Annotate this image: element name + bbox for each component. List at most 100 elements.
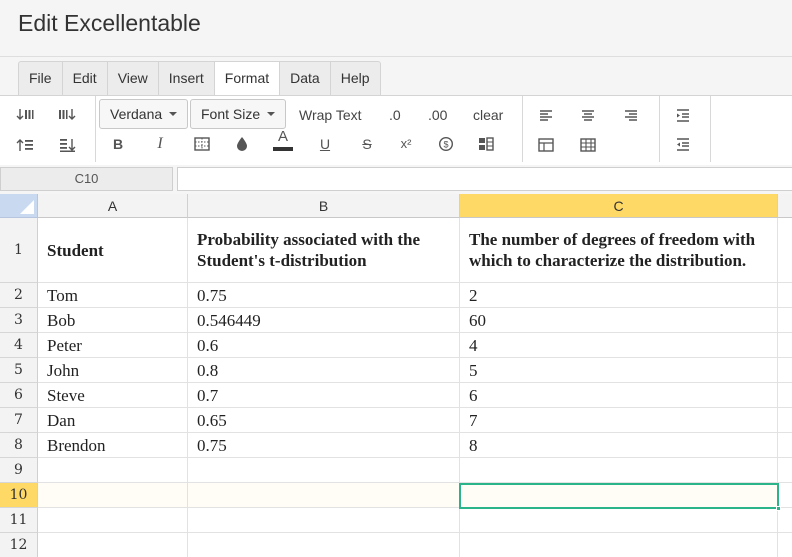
table-cell[interactable] (38, 533, 188, 557)
table-cell[interactable]: 0.8 (188, 358, 460, 383)
column-header-b[interactable]: B (188, 194, 460, 218)
table-cell[interactable] (188, 483, 460, 508)
table-cell[interactable] (460, 458, 778, 483)
column-header-a[interactable]: A (38, 194, 188, 218)
sort-ascending-icon[interactable] (14, 133, 36, 157)
align-left-icon[interactable] (536, 104, 556, 128)
row-header[interactable]: 10 (0, 483, 38, 508)
row-header[interactable]: 9 (0, 458, 38, 483)
menu-format[interactable]: Format (214, 62, 281, 96)
row-header[interactable]: 12 (0, 533, 38, 557)
table-cell[interactable] (188, 533, 460, 557)
menu-help[interactable]: Help (331, 62, 380, 95)
table-cell[interactable]: The number of degrees of freedom with wh… (460, 218, 778, 283)
table-cell[interactable] (38, 483, 188, 508)
strikethrough-button[interactable]: S (357, 132, 377, 156)
table-cell[interactable]: 4 (460, 333, 778, 358)
row-header[interactable]: 2 (0, 283, 38, 308)
cell-reference[interactable]: C10 (0, 167, 173, 191)
table-cell[interactable]: 0.546449 (188, 308, 460, 333)
font-size-dropdown[interactable]: Font Size (190, 99, 287, 129)
insert-row-above-icon[interactable] (14, 103, 36, 127)
clear-button[interactable]: clear (473, 104, 503, 126)
table-cell[interactable]: 0.75 (188, 433, 460, 458)
table-cell[interactable]: 0.7 (188, 383, 460, 408)
insert-table-icon[interactable] (536, 133, 556, 157)
table-cell[interactable] (38, 508, 188, 533)
table-cell[interactable]: 60 (460, 308, 778, 333)
row-header[interactable]: 11 (0, 508, 38, 533)
table-cell[interactable]: Brendon (38, 433, 188, 458)
table-cell[interactable]: Dan (38, 408, 188, 433)
merge-cells-icon[interactable] (476, 132, 496, 156)
table-cell[interactable] (778, 308, 792, 333)
superscript-button[interactable]: x² (396, 131, 416, 155)
table-cell[interactable] (778, 383, 792, 408)
wrap-text-button[interactable]: Wrap Text (299, 104, 362, 126)
align-center-icon[interactable] (578, 104, 598, 128)
menu-view[interactable]: View (108, 62, 159, 95)
indent-increase-icon[interactable] (673, 104, 693, 128)
column-header-d[interactable] (778, 194, 792, 218)
font-family-dropdown[interactable]: Verdana (99, 99, 189, 129)
table-cell[interactable]: 5 (460, 358, 778, 383)
table-cell[interactable]: Steve (38, 383, 188, 408)
row-header[interactable]: 1 (0, 218, 38, 283)
row-header[interactable]: 6 (0, 383, 38, 408)
borders-icon[interactable] (192, 132, 212, 156)
table-cell[interactable] (778, 533, 792, 557)
table-cell[interactable]: John (38, 358, 188, 383)
row-header[interactable]: 8 (0, 433, 38, 458)
underline-button[interactable]: U (315, 132, 335, 156)
column-header-c[interactable]: C (460, 194, 778, 218)
menu-file[interactable]: File (19, 62, 63, 95)
table-cell[interactable]: 6 (460, 383, 778, 408)
table-cell[interactable] (778, 333, 792, 358)
table-cell[interactable] (778, 458, 792, 483)
table-cell[interactable]: Bob (38, 308, 188, 333)
table-cell[interactable]: 2 (460, 283, 778, 308)
row-header[interactable]: 3 (0, 308, 38, 333)
sort-descending-icon[interactable] (56, 133, 78, 157)
align-right-icon[interactable] (621, 104, 641, 128)
table-cell[interactable]: Peter (38, 333, 188, 358)
table-cell[interactable]: 0.6 (188, 333, 460, 358)
menu-data[interactable]: Data (280, 62, 331, 95)
table-cell[interactable] (460, 533, 778, 557)
table-cell[interactable] (460, 483, 778, 508)
menu-edit[interactable]: Edit (63, 62, 108, 95)
italic-button[interactable]: I (150, 132, 170, 156)
insert-column-right-icon[interactable] (56, 103, 78, 127)
table-cell[interactable]: 7 (460, 408, 778, 433)
table-cell[interactable]: 0.65 (188, 408, 460, 433)
currency-icon[interactable]: $ (436, 132, 456, 156)
table-cell[interactable] (778, 483, 792, 508)
table-cell[interactable] (460, 508, 778, 533)
row-header[interactable]: 4 (0, 333, 38, 358)
formula-input[interactable] (177, 167, 792, 191)
table-cell[interactable] (778, 408, 792, 433)
table-cell[interactable] (778, 358, 792, 383)
fill-color-icon[interactable] (232, 132, 252, 156)
select-all-corner[interactable] (0, 194, 38, 218)
table-cell[interactable] (188, 458, 460, 483)
decimal-one-button[interactable]: .0 (389, 104, 401, 126)
table-grid-icon[interactable] (578, 133, 598, 157)
font-color-button[interactable]: A (273, 128, 293, 152)
row-header[interactable]: 5 (0, 358, 38, 383)
table-cell[interactable] (778, 218, 792, 283)
table-cell[interactable]: Probability associated with the Student'… (188, 218, 460, 283)
table-cell[interactable]: 0.75 (188, 283, 460, 308)
decimal-two-button[interactable]: .00 (428, 104, 447, 126)
table-cell[interactable] (778, 433, 792, 458)
table-cell[interactable] (778, 283, 792, 308)
table-cell[interactable]: Tom (38, 283, 188, 308)
table-cell[interactable]: Student (38, 218, 188, 283)
table-cell[interactable] (778, 508, 792, 533)
indent-decrease-icon[interactable] (673, 133, 693, 157)
row-header[interactable]: 7 (0, 408, 38, 433)
table-cell[interactable] (38, 458, 188, 483)
table-cell[interactable]: 8 (460, 433, 778, 458)
menu-insert[interactable]: Insert (159, 62, 215, 95)
table-cell[interactable] (188, 508, 460, 533)
